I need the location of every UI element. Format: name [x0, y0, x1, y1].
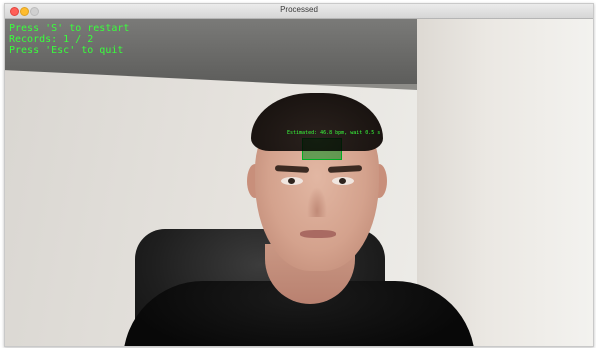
left-eye [281, 177, 303, 185]
overlay-line-quit: Press 'Esc' to quit [9, 45, 124, 56]
overlay-line-restart: Press 'S' to restart [9, 23, 130, 34]
forehead-roi-box [302, 138, 342, 160]
person-nose [307, 187, 327, 217]
window-title: Processed [280, 5, 318, 14]
right-eye [332, 177, 354, 185]
overlay-line-records: Records: 1 / 2 [9, 34, 94, 45]
person-mouth [300, 230, 336, 238]
instructions-overlay: Press 'S' to restart Records: 1 / 2 Press … [9, 23, 129, 56]
title-bar[interactable]: Processed [5, 4, 593, 19]
app-window: Processed Estimated: 46.8 bpm, wait 0.5 … [4, 3, 594, 347]
camera-feed: Estimated: 46.8 bpm, wait 0.5 s Press 'S… [5, 19, 593, 346]
forehead-estimate-label: Estimated: 46.8 bpm, wait 0.5 s [287, 130, 381, 136]
